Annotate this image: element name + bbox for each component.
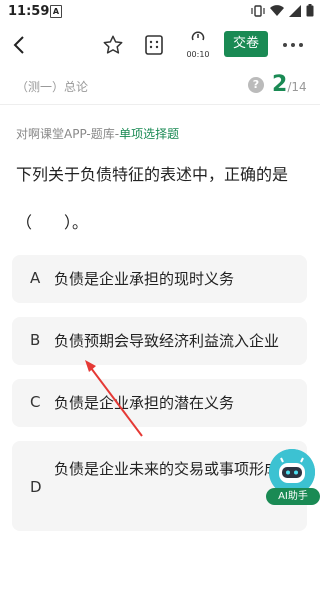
app-notification-icon: A <box>50 5 62 18</box>
section-header: （测一）总论 ? 2/14 <box>0 68 320 105</box>
option-letter: B <box>30 331 41 349</box>
back-button[interactable] <box>8 33 32 57</box>
ai-helper-label: AI助手 <box>266 488 320 505</box>
submit-exam-button[interactable]: 交卷 <box>224 31 268 57</box>
back-icon <box>13 36 24 54</box>
vibrate-icon <box>251 4 265 17</box>
option-letter: C <box>30 393 41 411</box>
battery-icon <box>306 4 314 17</box>
status-icons <box>251 4 314 17</box>
status-time: 11:59 <box>8 4 50 19</box>
ai-helper-button[interactable]: AI助手 <box>266 449 320 509</box>
option-text: 负债预期会导致经济利益流入企业 <box>54 332 280 350</box>
timer-text: 00:10 <box>186 50 210 59</box>
star-icon <box>103 35 123 54</box>
question-type: 单项选择题 <box>119 127 180 141</box>
option-b[interactable]: B 负债预期会导致经济利益流入企业 <box>12 317 307 365</box>
option-text: 负债是企业承担的现时义务 <box>54 270 235 288</box>
section-name: （测一）总论 <box>16 80 89 94</box>
question-source: 对啊课堂APP-题库-单项选择题 <box>16 125 179 142</box>
option-text: 负债是企业未来的交易或事项形成的 <box>54 460 295 478</box>
timer-icon <box>191 31 205 41</box>
more-icon <box>283 43 303 47</box>
status-bar: 11:59 A <box>0 0 320 24</box>
option-letter: D <box>30 478 42 496</box>
question-source-text: 对啊课堂APP-题库- <box>16 127 120 141</box>
option-d[interactable]: D 负债是企业未来的交易或事项形成的 <box>12 441 307 531</box>
option-letter: A <box>30 269 41 287</box>
answer-card-button[interactable] <box>143 34 165 56</box>
more-button[interactable] <box>280 36 310 54</box>
question-progress: 2/14 <box>272 72 307 97</box>
current-question-number: 2 <box>272 72 288 97</box>
option-c[interactable]: C 负债是企业承担的潜在义务 <box>12 379 307 427</box>
total-question-count: /14 <box>287 80 307 94</box>
answer-card-icon <box>145 35 163 55</box>
favorite-button[interactable] <box>102 34 124 56</box>
hint-icon[interactable]: ? <box>248 77 264 93</box>
wifi-icon <box>270 4 284 16</box>
timer-button[interactable]: 00:10 <box>183 29 213 63</box>
question-stem: 下列关于负债特征的表述中，正确的是（ ）。 <box>16 165 289 232</box>
signal-icon <box>289 4 301 17</box>
option-text: 负债是企业承担的潜在义务 <box>54 394 235 412</box>
toolbar: 00:10 交卷 <box>0 24 320 68</box>
option-a[interactable]: A 负债是企业承担的现时义务 <box>12 255 307 303</box>
